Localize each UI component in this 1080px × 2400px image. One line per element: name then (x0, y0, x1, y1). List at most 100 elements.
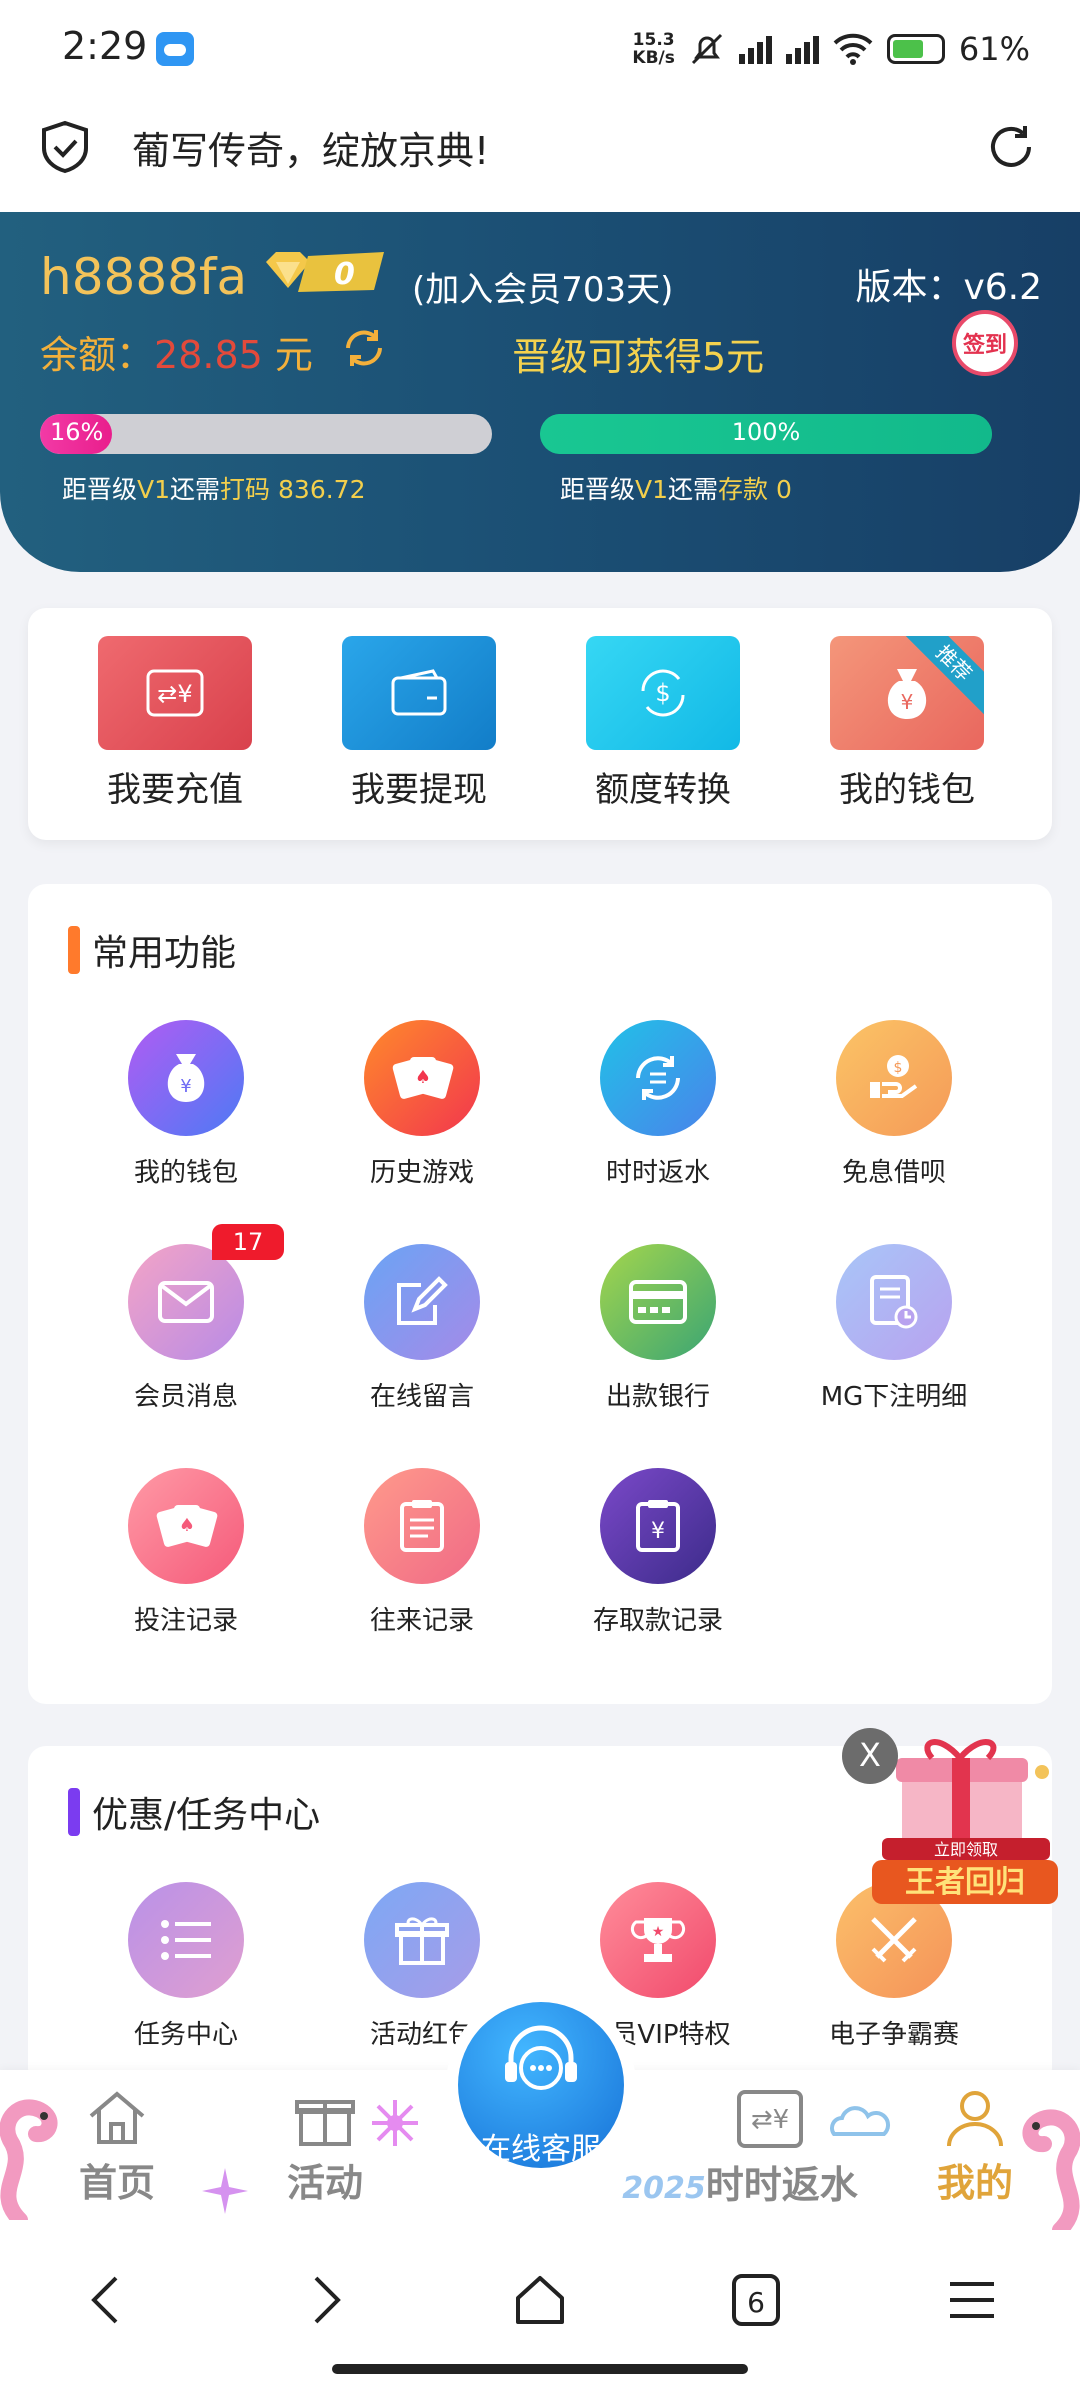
network-speed: 15.3 KB/s (632, 30, 675, 68)
battery-icon (886, 34, 945, 64)
balance: 余额：28.85 元 (40, 333, 313, 377)
money-bag-icon: ¥ (128, 1020, 244, 1136)
user-icon (947, 2091, 1003, 2147)
dollar-exchange-icon: $ (586, 636, 740, 750)
coin-hand-icon: $ (836, 1020, 952, 1136)
rebate-exchange-icon: ⇄¥ (737, 2090, 803, 2148)
member-messages-item[interactable]: 17 会员消息 (86, 1224, 286, 1413)
history-games-item[interactable]: ♠ 历史游戏 (322, 1020, 522, 1189)
online-message-item[interactable]: 在线留言 (322, 1244, 522, 1413)
money-bag-icon: ¥ 推荐 (830, 636, 984, 750)
sync-balance-icon[interactable] (340, 324, 388, 372)
clipboard-list-icon (364, 1468, 480, 1584)
recharge-icon: ⇄¥ (98, 636, 252, 750)
clipboard-yen-icon: ¥ (600, 1468, 716, 1584)
bank-card-icon (600, 1244, 716, 1360)
sign-in-button[interactable]: 签到 (952, 310, 1018, 376)
nav-home[interactable]: 首页 (62, 2088, 172, 2207)
member-days: (加入会员703天) (412, 270, 674, 310)
status-bar: 2:29 15.3 KB/s 61% (0, 0, 1080, 96)
status-time: 2:29 (62, 24, 148, 68)
playing-cards-icon: ♠ (128, 1468, 244, 1584)
home-icon[interactable] (510, 2270, 570, 2330)
page-title: 葡写传奇，绽放京典! (132, 129, 490, 173)
bet-progress-percent: 16% (50, 418, 104, 446)
tabs-icon: 6 (732, 2274, 780, 2326)
signal-2-icon (785, 34, 819, 64)
close-promo-button[interactable]: X (842, 1728, 898, 1784)
forward-icon[interactable] (294, 2270, 354, 2330)
mute-bell-icon (691, 33, 722, 65)
bet-records-item[interactable]: ♠ 投注记录 (86, 1468, 286, 1637)
tabs-button[interactable]: 6 (726, 2270, 786, 2330)
svg-text:♠: ♠ (415, 1067, 431, 1088)
sparkle-decoration-icon (202, 2168, 248, 2214)
online-support-button[interactable]: 在线客服 (446, 1990, 636, 2180)
my-wallet-button[interactable]: ¥ 推荐 我的钱包 (830, 636, 984, 811)
gesture-bar (332, 2364, 748, 2374)
battery-percent: 61% (958, 30, 1030, 68)
vip-level: 0 (334, 257, 355, 292)
snake-mascot-right (1022, 2109, 1080, 2230)
svg-text:★: ★ (652, 1924, 665, 1940)
title-bar: 葡写传奇，绽放京典! (0, 96, 1080, 212)
home-icon (89, 2091, 145, 2144)
status-icons: 15.3 KB/s 61% (632, 26, 1030, 72)
flower-decoration-icon (372, 2100, 418, 2146)
username: h8888fa (40, 248, 248, 306)
menu-icon[interactable] (942, 2270, 1002, 2330)
quick-actions-card: ⇄¥ 我要充值 我要提现 $ 额度转换 ¥ 推荐 我的钱包 (28, 608, 1052, 840)
snake-mascot-left (0, 2099, 58, 2220)
gift-icon (295, 2100, 355, 2146)
gift-icon (364, 1882, 480, 1998)
section-title: 优惠/任务中心 (68, 1786, 320, 1838)
svg-text:¥: ¥ (651, 1519, 665, 1544)
wallet-card-icon (342, 636, 496, 750)
deposit-progress-bar: 100% (540, 414, 992, 454)
browser-navigation-bar: 6 (0, 2230, 1080, 2400)
headset-chat-icon (505, 2025, 577, 2090)
edit-note-icon (364, 1244, 480, 1360)
wifi-icon (833, 33, 873, 65)
unread-badge: 17 (212, 1224, 284, 1260)
deposit-withdraw-records-item[interactable]: ¥ 存取款记录 (558, 1468, 758, 1637)
svg-text:$: $ (655, 679, 670, 707)
deposit-requirement: 距晋级V1还需存款 0 (560, 475, 792, 504)
mg-bet-details-item[interactable]: MG下注明细 (794, 1244, 994, 1413)
rebate-item[interactable]: 时时返水 (558, 1020, 758, 1189)
promo-top-line: 立即领取 (934, 1840, 998, 1859)
recharge-button[interactable]: ⇄¥ 我要充值 (98, 636, 252, 811)
mail-icon: 17 (128, 1224, 284, 1360)
vip-badge: 0 (266, 252, 384, 292)
refresh-icon[interactable] (984, 120, 1038, 174)
cloud-decoration-icon (830, 2106, 891, 2136)
svg-text:⇄¥: ⇄¥ (157, 680, 192, 708)
document-clock-icon (836, 1244, 952, 1360)
common-functions-section: 常用功能 ¥ 我的钱包 ♠ 历史游戏 时时返水 $ 免息借呗 17 会员消息 在… (28, 884, 1052, 1704)
transfer-button[interactable]: $ 额度转换 (586, 636, 740, 811)
playing-cards-icon: ♠ (364, 1020, 480, 1136)
task-center-item[interactable]: 任务中心 (86, 1882, 286, 2051)
bet-requirement: 距晋级V1还需打码 836.72 (62, 475, 366, 504)
upgrade-bonus-text: 晋级可获得5元 (512, 335, 765, 379)
year-tag: 2025 (622, 2171, 706, 2206)
withdraw-button[interactable]: 我要提现 (342, 636, 496, 811)
back-icon[interactable] (78, 2270, 138, 2330)
list-icon (128, 1882, 244, 1998)
svg-text:¥: ¥ (180, 1076, 191, 1097)
refresh-rebate-icon (600, 1020, 716, 1136)
my-wallet-item[interactable]: ¥ 我的钱包 (86, 1020, 286, 1189)
svg-text:$: $ (894, 1060, 903, 1076)
withdraw-bank-item[interactable]: 出款银行 (558, 1244, 758, 1413)
svg-text:¥: ¥ (901, 690, 914, 714)
transaction-records-item[interactable]: 往来记录 (322, 1468, 522, 1637)
balance-amount: 28.85 (154, 333, 263, 377)
interest-free-loan-item[interactable]: $ 免息借呗 (794, 1020, 994, 1189)
promo-headline: 王者回归 (905, 1865, 1025, 1900)
trophy-icon: ★ (600, 1882, 716, 1998)
account-card: h8888fa 0 (加入会员703天) 版本：v6.2 余额：28.85 元 … (0, 212, 1080, 572)
shield-check-icon[interactable] (40, 120, 90, 174)
nav-activity[interactable]: 活动 (270, 2088, 380, 2207)
bet-progress-bar: 16% (40, 414, 492, 454)
weather-app-icon (156, 32, 194, 66)
